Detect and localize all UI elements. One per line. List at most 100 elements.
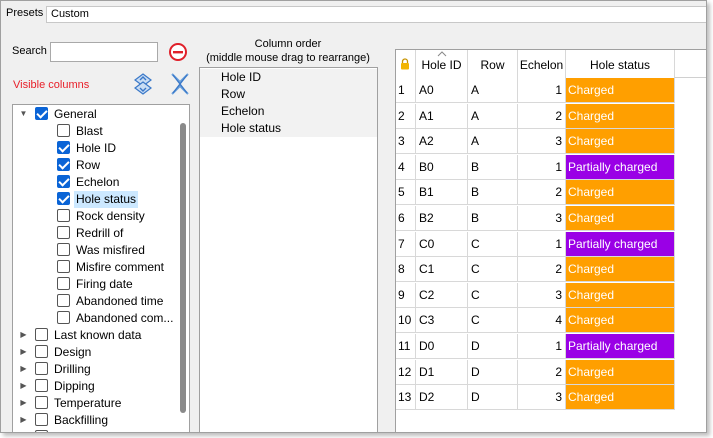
preview-grid[interactable]: Hole ID Row Echelon Hole status 1 A0 A 1 Charge… [395,49,706,432]
tree-item-drilling[interactable]: ▶ Drilling [13,361,185,378]
tree-item-firing-date[interactable]: Firing date [13,276,185,293]
cell-row: B [468,180,518,206]
chevron-right-icon[interactable]: ▶ [19,432,28,433]
tree-item-blast[interactable]: Blast [13,123,185,140]
column-header-echelon[interactable]: Echelon [518,50,566,78]
table-row[interactable]: 3 A2 A 3 Charged [396,129,706,155]
table-row[interactable]: 5 B1 B 2 Charged [396,180,706,206]
chevron-right-icon[interactable]: ▶ [19,364,28,374]
column-header-hole-status[interactable]: Hole status [566,50,675,78]
cell-hole-id: C1 [416,257,468,283]
cell-status: Partially charged [566,154,675,180]
grid-corner[interactable] [396,50,416,78]
table-row[interactable]: 13 D2 D 3 Charged [396,385,706,411]
chevron-right-icon[interactable]: ▶ [19,381,28,391]
tree-checkbox[interactable] [57,175,70,188]
cell-status: Charged [566,257,675,283]
tree-item-was-misfired[interactable]: Was misfired [13,242,185,259]
tree-checkbox[interactable] [35,430,48,432]
tree-item-design[interactable]: ▶ Design [13,344,185,361]
tree-item-label: Firing date [76,277,133,291]
table-row[interactable]: 6 B2 B 3 Charged [396,206,706,231]
tree-checkbox[interactable] [57,277,70,290]
tree-item-general[interactable]: ▼ General [13,106,185,123]
tree-item-echelon[interactable]: Echelon [13,174,185,191]
table-row[interactable]: 10 C3 C 4 Charged [396,308,706,334]
column-header-hole-id[interactable]: Hole ID [416,50,468,78]
tree-checkbox[interactable] [35,328,48,341]
remove-icon[interactable] [168,42,188,62]
search-input[interactable] [50,42,158,62]
collapse-all-icon[interactable] [169,71,191,97]
column-order-item[interactable]: Echelon [200,103,377,120]
expand-all-icon[interactable] [132,71,154,97]
cell-hole-id: A2 [416,129,468,155]
tree-item-backfilling[interactable]: ▶ Backfilling [13,412,185,429]
cell-status: Charged [566,359,675,385]
table-row[interactable]: 12 D1 D 2 Charged [396,359,706,385]
tree-item-label: Abandoned time [76,294,164,308]
table-row[interactable]: 2 A1 A 2 Charged [396,103,706,129]
tree-item-row[interactable]: Row [13,157,185,174]
column-order-list[interactable]: Hole ID Row Echelon Hole status [199,67,378,432]
table-row[interactable]: 8 C1 C 2 Charged [396,257,706,283]
tree-checkbox[interactable] [57,311,70,324]
tree-checkbox[interactable] [57,243,70,256]
tree-checkbox[interactable] [57,192,70,205]
row-number: 9 [396,282,416,308]
table-row[interactable]: 11 D0 D 1 Partially charged [396,334,706,359]
tree-item-hole-id[interactable]: Hole ID [13,140,185,157]
tree-item-charge-dipping[interactable]: ▶ Charge dipping [13,429,185,433]
cell-hole-id: B0 [416,154,468,180]
chevron-right-icon[interactable]: ▶ [19,330,28,340]
cell-status: Charged [566,180,675,206]
tree-checkbox[interactable] [35,413,48,426]
tree-checkbox[interactable] [35,345,48,358]
tree-checkbox[interactable] [57,141,70,154]
tree-checkbox[interactable] [35,107,48,120]
column-tree[interactable]: ▼ General Blast Hole ID Row Echelon Hole statu… [12,104,190,433]
column-order-item[interactable]: Hole status [200,120,377,137]
tree-item-redrill-of[interactable]: Redrill of [13,225,185,242]
tree-item-hole-status[interactable]: Hole status [13,191,185,208]
tree-item-misfire-comment[interactable]: Misfire comment [13,259,185,276]
table-row[interactable]: 4 B0 B 1 Partially charged [396,154,706,180]
tree-item-label: Drilling [54,362,91,376]
chevron-right-icon[interactable]: ▶ [19,415,28,425]
cell-row: C [468,257,518,283]
tree-item-rock-density[interactable]: Rock density [13,208,185,225]
chevron-down-icon[interactable]: ▼ [19,109,28,119]
table-row[interactable]: 9 C2 C 3 Charged [396,282,706,308]
tree-checkbox[interactable] [57,226,70,239]
column-order-title-line2: (middle mouse drag to rearrange) [206,52,370,64]
tree-checkbox[interactable] [57,209,70,222]
tree-checkbox[interactable] [57,124,70,137]
table-row[interactable]: 1 A0 A 1 Charged [396,78,706,103]
tree-item-last-known-data[interactable]: ▶ Last known data [13,327,185,344]
tree-checkbox[interactable] [57,294,70,307]
row-number: 6 [396,206,416,231]
cell-echelon: 1 [518,78,566,103]
tree-checkbox[interactable] [35,396,48,409]
presets-combo[interactable]: Custom [46,6,706,23]
cell-row: D [468,359,518,385]
tree-item-abandoned-com[interactable]: Abandoned com... [13,310,185,327]
tree-checkbox[interactable] [35,362,48,375]
chevron-right-icon[interactable]: ▶ [19,347,28,357]
tree-checkbox[interactable] [57,260,70,273]
tree-checkbox[interactable] [57,158,70,171]
cell-echelon: 1 [518,334,566,359]
tree-item-temperature[interactable]: ▶ Temperature [13,395,185,412]
tree-item-dipping[interactable]: ▶ Dipping [13,378,185,395]
tree-item-label: Redrill of [76,226,124,240]
table-row[interactable]: 7 C0 C 1 Partially charged [396,231,706,257]
chevron-right-icon[interactable]: ▶ [19,398,28,408]
column-order-item[interactable]: Row [200,86,377,103]
tree-item-abandoned-time[interactable]: Abandoned time [13,293,185,310]
tree-item-label: Echelon [76,175,120,189]
tree-checkbox[interactable] [35,379,48,392]
tree-item-label: Blast [76,124,103,138]
cell-echelon: 2 [518,180,566,206]
column-header-row[interactable]: Row [468,50,518,78]
column-order-item[interactable]: Hole ID [200,69,377,86]
